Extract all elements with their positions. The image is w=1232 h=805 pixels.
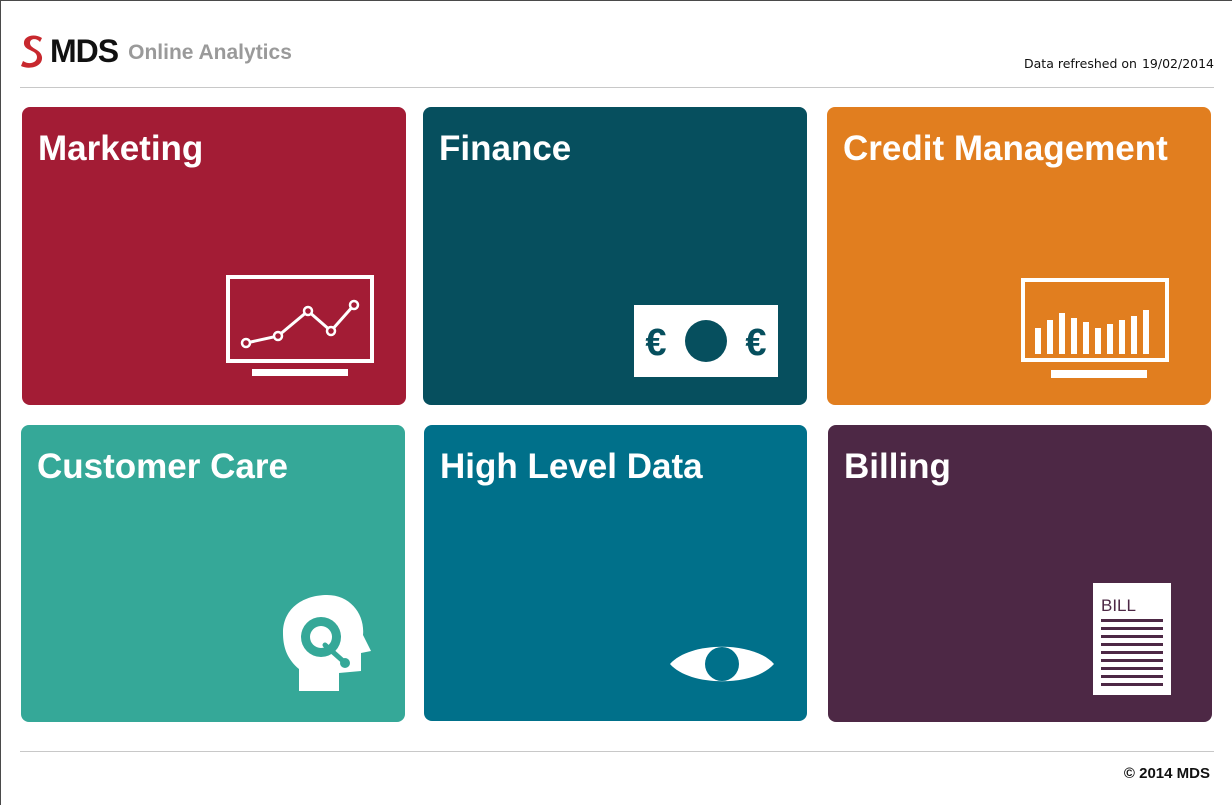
copyright-text: © 2014 MDS <box>1123 765 1210 782</box>
footer-divider <box>20 751 1214 752</box>
tile-credit-management[interactable]: Credit Management <box>827 107 1211 405</box>
headset-agent-icon <box>283 595 371 691</box>
refresh-date: 19/02/2014 <box>1141 56 1214 71</box>
bill-document-icon: BILL <box>1093 583 1171 695</box>
euro-symbol-left: € <box>645 322 666 364</box>
tile-title: High Level Data <box>440 447 703 486</box>
refresh-label: Data refreshed on <box>1024 56 1137 71</box>
euro-banknote-icon: € € <box>634 305 778 377</box>
line-chart-monitor-icon <box>226 275 374 376</box>
tile-title: Credit Management <box>843 129 1168 168</box>
bar-chart-monitor-icon <box>1021 278 1169 378</box>
data-refresh-status: Data refreshed on 19/02/2014 <box>1024 56 1214 71</box>
bill-label: BILL <box>1101 596 1136 615</box>
tile-title: Billing <box>844 447 951 486</box>
tile-title: Marketing <box>38 129 204 168</box>
tile-title: Customer Care <box>37 447 288 486</box>
eye-icon <box>670 646 774 682</box>
tile-title: Finance <box>439 129 572 168</box>
tile-finance[interactable]: Finance € € <box>423 107 807 405</box>
logo[interactable]: MDS Online Analytics <box>20 28 292 68</box>
tile-customer-care[interactable]: Customer Care <box>21 425 405 722</box>
tile-high-level-data[interactable]: High Level Data <box>424 425 807 721</box>
product-name: Online Analytics <box>128 41 292 64</box>
brand-name: MDS <box>50 33 119 69</box>
tile-billing[interactable]: Billing BILL <box>828 425 1212 722</box>
euro-symbol-right: € <box>745 322 766 364</box>
tile-marketing[interactable]: Marketing <box>22 107 406 405</box>
mds-logo-icon <box>21 35 43 68</box>
page-header: MDS Online Analytics Data refreshed on 19… <box>20 20 1214 88</box>
